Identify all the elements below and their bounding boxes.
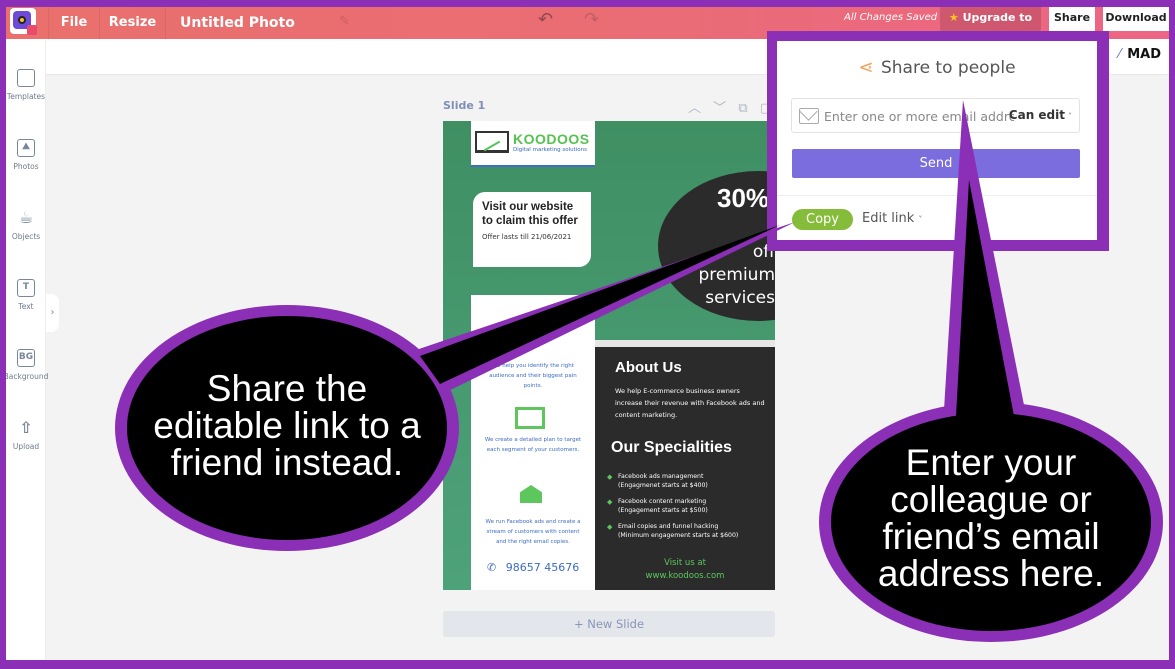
speciality-line: Facebook content marketing [618, 498, 707, 505]
document-title[interactable]: Untitled Photo [180, 7, 295, 39]
share-heading: ⋖ Share to people [777, 57, 1097, 78]
speciality-item: ◆ Facebook ads management (Engagmenet st… [607, 472, 772, 490]
laptop-chart-icon [475, 131, 509, 153]
email-field-box: Can edit˅ [791, 98, 1080, 133]
website-url: www.koodoos.com [645, 571, 725, 581]
new-slide-button[interactable]: + New Slide [443, 611, 775, 637]
brand-tagline: Digital marketing solutions [513, 147, 588, 153]
undo-icon[interactable]: ↶ [538, 9, 553, 30]
sidebar-item-label: Photos [13, 162, 39, 171]
left-sidebar: Templates ⛰ Photos ☕ Objects T Text BG B… [6, 39, 48, 660]
phone-row: ✆ 98657 45676 [487, 561, 579, 574]
permission-value: Can edit [1008, 108, 1065, 122]
file-menu-button[interactable]: File [48, 7, 100, 39]
slide-canvas[interactable]: 30% off premium services KOODOOS Digital… [443, 121, 775, 590]
sidebar-item-background[interactable]: BG Background [6, 349, 48, 381]
sidebar-expand-handle[interactable]: › [46, 294, 59, 332]
share-popup-highlight: ⋖ Share to people Can edit˅ Send Copy Ed… [767, 31, 1109, 251]
chevron-down-icon: ˅ [1068, 112, 1072, 121]
phone-icon: ✆ [487, 561, 497, 574]
rename-pencil-icon[interactable]: ✎ [339, 14, 350, 29]
share-button[interactable]: Share [1049, 7, 1095, 31]
offer-date: Offer lasts till 21/06/2021 [482, 233, 572, 241]
speciality-line: (Engagement starts at $500) [618, 507, 708, 514]
share-popup: ⋖ Share to people Can edit˅ Send Copy Ed… [777, 41, 1097, 240]
diamond-bullet-icon: ◆ [607, 523, 613, 531]
speciality-item: ◆ Facebook content marketing (Engagement… [607, 497, 772, 515]
star-icon: ★ [948, 11, 959, 24]
chevron-down-icon: ˅ [918, 215, 923, 224]
info-column[interactable]: About Us We help E-commerce business own… [595, 347, 775, 590]
offer-card[interactable]: Visit our website to claim this offer Of… [473, 192, 591, 267]
text-icon: T [17, 279, 35, 297]
sidebar-item-label: Upload [12, 442, 40, 451]
background-icon: BG [17, 349, 35, 367]
magic-label: MAD [1127, 47, 1161, 62]
sidebar-item-photos[interactable]: ⛰ Photos [6, 139, 46, 171]
link-permission-select[interactable]: Edit link ˅ [862, 211, 922, 226]
sidebar-item-text[interactable]: T Text [6, 279, 46, 311]
move-down-icon[interactable]: ﹀ [713, 101, 726, 116]
specialities-title: Our Specialities [611, 439, 732, 456]
sidebar-item-objects[interactable]: ☕ Objects [6, 208, 46, 242]
envelope-icon [520, 485, 542, 503]
download-button[interactable]: Download [1103, 7, 1169, 31]
step-1-text: We help you identify the right audience … [489, 363, 577, 389]
separator-strip [595, 340, 775, 347]
sidebar-item-label: Templates [6, 92, 46, 101]
sidebar-item-label: Background [6, 372, 49, 381]
copy-link-button[interactable]: Copy [792, 209, 853, 230]
templates-icon [17, 69, 35, 87]
upload-icon: ⇧ [19, 418, 33, 437]
upgrade-to-pro-button[interactable]: ★ Upgrade to pro [940, 7, 1041, 46]
about-body: We help E-commerce business owners incre… [615, 387, 765, 419]
brand-logo-card[interactable]: KOODOOS Digital marketing solutions [471, 121, 595, 167]
send-button[interactable]: Send [792, 149, 1080, 178]
share-heading-text: Share to people [880, 58, 1016, 78]
brand-name: KOODOOS [513, 131, 590, 147]
discount-text[interactable]: off premium services [675, 241, 775, 310]
speciality-item: ◆ Email copies and funnel hacking (Minim… [607, 522, 772, 540]
speciality-line: Facebook ads management [618, 473, 704, 480]
redo-icon[interactable]: ↷ [584, 9, 599, 30]
logo-eye-icon [18, 16, 26, 24]
app-window: File Resize Untitled Photo ✎ ↶ ↷ All Cha… [6, 7, 1169, 660]
envelope-icon [799, 108, 819, 124]
step-2-text: We create a detailed plan to target each… [484, 437, 582, 453]
visit-line: Visit us at [664, 558, 706, 568]
divider [777, 195, 1097, 196]
link-permission-value: Edit link [862, 211, 915, 226]
sidebar-item-upload[interactable]: ⇧ Upload [6, 418, 46, 452]
sidebar-item-templates[interactable]: Templates [6, 69, 46, 101]
photo-icon: ⛰ [17, 139, 35, 157]
magic-button[interactable]: ⁄ MAD [1119, 47, 1162, 62]
plan-board-icon [515, 407, 545, 429]
app-logo[interactable] [10, 8, 37, 35]
speciality-line: (Minimum engagement starts at $600) [618, 532, 739, 539]
permission-select[interactable]: Can edit ˅ [1009, 108, 1072, 122]
diamond-bullet-icon: ◆ [607, 473, 613, 481]
duplicate-icon[interactable]: ⧉ [738, 101, 747, 116]
slide-label: Slide 1 [443, 99, 486, 112]
phone-number: 98657 45676 [505, 561, 580, 574]
email-input[interactable] [824, 105, 1014, 127]
share-icon: ⋖ [858, 57, 874, 78]
steps-column[interactable]: We help you identify the right audience … [471, 295, 595, 590]
logo-badge-icon [27, 25, 37, 35]
sidebar-item-label: Objects [11, 232, 41, 241]
speciality-line: (Engagmenet starts at $400) [618, 482, 708, 489]
discount-percent[interactable]: 30% [717, 183, 769, 214]
about-title: About Us [615, 359, 682, 376]
move-up-icon[interactable]: ︿ [688, 101, 701, 116]
cup-icon: ☕ [18, 208, 34, 227]
offer-title: Visit our website to claim this offer [482, 201, 578, 227]
resize-button[interactable]: Resize [100, 7, 166, 39]
speciality-line: Email copies and funnel hacking [618, 523, 719, 530]
visit-us-text: Visit us at www.koodoos.com [595, 557, 775, 583]
step-3-text: We run Facebook ads and create a stream … [485, 519, 581, 545]
magic-wand-icon: ⁄ [1118, 47, 1121, 62]
diamond-bullet-icon: ◆ [607, 498, 613, 506]
